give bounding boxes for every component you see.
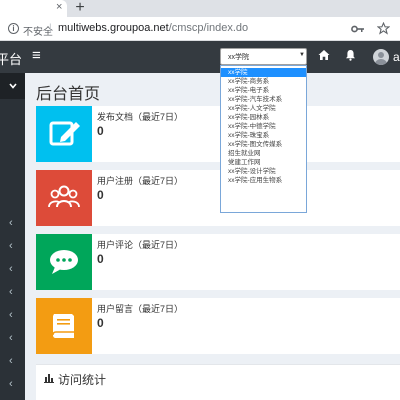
sidebar-chevron-icon[interactable]: ‹: [9, 217, 13, 229]
new-tab-button[interactable]: +: [72, 0, 88, 16]
chevron-down-icon[interactable]: [9, 83, 17, 89]
home-icon[interactable]: [318, 49, 330, 61]
site-option[interactable]: xx学院-电子系: [221, 86, 306, 95]
browser-tab[interactable]: ×: [0, 0, 67, 17]
site-option[interactable]: xx学院-人文学院: [221, 104, 306, 113]
site-select[interactable]: xx学院 ▼: [220, 48, 307, 65]
edit-icon: [49, 121, 80, 146]
sidebar-header[interactable]: [0, 73, 25, 99]
site-select-value: xx学院: [228, 54, 249, 61]
not-secure-info-icon[interactable]: i: [8, 23, 19, 34]
sidebar: ‹ ‹ ‹ ‹ ‹ ‹ ‹ ‹: [0, 73, 25, 400]
site-option[interactable]: xx学院-应用生物系: [221, 176, 306, 185]
stat-card-messages[interactable]: 用户留言（最近7日） 0: [36, 298, 400, 354]
url-field[interactable]: multiwebs.groupoa.net/cmscp/index.do: [58, 22, 248, 34]
stat-card-comments[interactable]: 用户评论（最近7日） 0: [36, 234, 400, 290]
site-option[interactable]: xx学院-园林系: [221, 113, 306, 122]
card-label: 用户注册（最近7日）: [97, 176, 184, 186]
card-icon-box: [36, 170, 92, 226]
sidebar-chevron-icon[interactable]: ‹: [9, 240, 13, 252]
card-label: 发布文档（最近7日）: [97, 112, 184, 122]
user-avatar[interactable]: [373, 49, 389, 65]
card-icon-box: [36, 106, 92, 162]
site-select-dropdown: xx学院 xx学院-商务系 xx学院-电子系 xx学院-汽车技术系 xx学院-人…: [220, 65, 307, 213]
url-separator: |: [49, 23, 52, 34]
card-icon-box: [36, 234, 92, 290]
site-option[interactable]: xx学院-汽车技术系: [221, 95, 306, 104]
site-option[interactable]: 招生就业网: [221, 149, 306, 158]
site-option[interactable]: 党建工作网: [221, 158, 306, 167]
url-host: multiwebs.groupoa.net: [58, 22, 169, 34]
sidebar-chevron-icon[interactable]: ‹: [9, 355, 13, 367]
sidebar-chevron-icon[interactable]: ‹: [9, 332, 13, 344]
dropdown-caret-icon: ▼: [299, 52, 305, 58]
bar-chart-icon: [44, 374, 54, 383]
card-value: 0: [97, 316, 104, 330]
sidebar-chevron-icon[interactable]: ‹: [9, 309, 13, 321]
browser-tabstrip: × +: [0, 0, 400, 17]
notification-bell-icon[interactable]: [345, 49, 356, 61]
card-label: 用户留言（最近7日）: [97, 304, 184, 314]
site-option[interactable]: xx学院-设计学院: [221, 167, 306, 176]
menu-toggle-icon[interactable]: ≡: [32, 47, 41, 65]
site-option[interactable]: xx学院-珠宝系: [221, 131, 306, 140]
book-icon: [52, 314, 74, 338]
card-value: 0: [97, 252, 104, 266]
site-option[interactable]: xx学院-中德学院: [221, 122, 306, 131]
admin-topbar: 平台 ≡ a: [0, 41, 400, 73]
brand-title[interactable]: 平台: [0, 49, 22, 68]
card-value: 0: [97, 124, 104, 138]
key-icon[interactable]: [351, 24, 365, 34]
card-label: 用户评论（最近7日）: [97, 240, 184, 250]
visit-stats-panel: 访问统计: [36, 364, 400, 400]
browser-address-bar: i 不安全 | multiwebs.groupoa.net/cmscp/inde…: [0, 17, 400, 41]
site-option[interactable]: xx学院-图文传媒系: [221, 140, 306, 149]
stats-title: 访问统计: [58, 373, 107, 387]
close-tab-icon[interactable]: ×: [56, 2, 62, 13]
sidebar-chevron-icon[interactable]: ‹: [9, 378, 13, 390]
card-value: 0: [97, 188, 104, 202]
sidebar-chevron-icon[interactable]: ‹: [9, 286, 13, 298]
comment-icon: [50, 250, 78, 274]
card-icon-box: [36, 298, 92, 354]
site-option[interactable]: xx学院-商务系: [221, 77, 306, 86]
stat-card-documents[interactable]: 发布文档（最近7日） 0: [36, 106, 400, 162]
bookmark-star-icon[interactable]: [377, 22, 390, 35]
username-label[interactable]: a: [393, 50, 400, 64]
site-option[interactable]: xx学院: [221, 68, 306, 77]
page-title: 后台首页: [36, 86, 101, 103]
users-icon: [48, 185, 80, 208]
stat-card-registrations[interactable]: 用户注册（最近7日） 0: [36, 170, 400, 226]
url-path: /cmscp/index.do: [168, 22, 249, 34]
sidebar-chevron-icon[interactable]: ‹: [9, 263, 13, 275]
